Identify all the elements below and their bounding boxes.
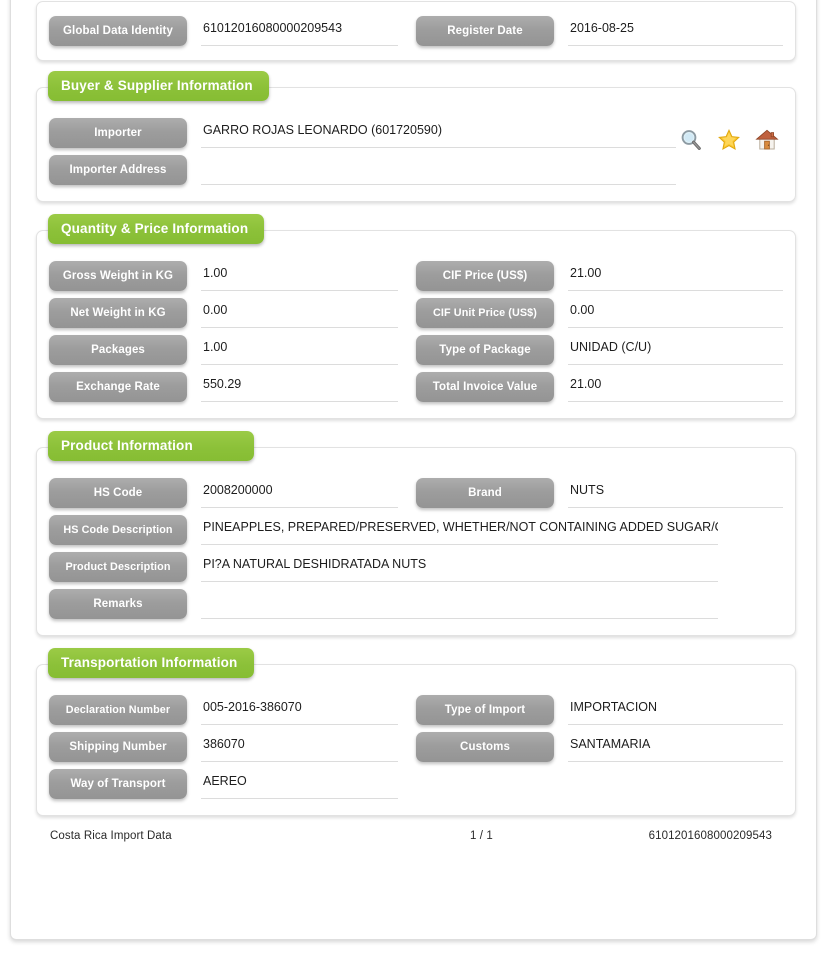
value-brand: NUTS — [568, 478, 783, 508]
field-hs-code-description: HS Code Description PINEAPPLES, PREPARED… — [49, 515, 783, 545]
value-type-of-import: IMPORTACION — [568, 695, 783, 725]
field-global-data-identity: Global Data Identity 6101201608000020954… — [49, 16, 416, 46]
section-title-product-information: Product Information — [48, 431, 254, 461]
label-cif-unit-price: CIF Unit Price (US$) — [416, 298, 554, 328]
value-remarks — [201, 589, 718, 619]
field-product-description: Product Description PI?A NATURAL DESHIDR… — [49, 552, 783, 582]
field-hs-code: HS Code 2008200000 — [49, 478, 416, 508]
field-way-of-transport: Way of Transport AEREO — [49, 769, 416, 799]
header-section-panel: Global Data Identity 6101201608000020954… — [36, 1, 796, 61]
record-actions — [679, 128, 779, 152]
value-importer: GARRO ROJAS LEONARDO (601720590) — [201, 118, 676, 148]
document-body: Global Data Identity 6101201608000020954… — [36, 1, 796, 842]
field-total-invoice-value: Total Invoice Value 21.00 — [416, 372, 783, 402]
value-exchange-rate: 550.29 — [201, 372, 398, 402]
footer-page-number: 1 / 1 — [470, 830, 493, 842]
field-register-date: Register Date 2016-08-25 — [416, 16, 783, 46]
field-declaration-number: Declaration Number 005-2016-386070 — [49, 695, 416, 725]
label-type-of-package: Type of Package — [416, 335, 554, 365]
field-importer-address: Importer Address — [49, 155, 783, 185]
value-shipping-number: 386070 — [201, 732, 398, 762]
label-gross-weight: Gross Weight in KG — [49, 261, 187, 291]
label-shipping-number: Shipping Number — [49, 732, 187, 762]
value-cif-unit-price: 0.00 — [568, 298, 783, 328]
field-importer: Importer GARRO ROJAS LEONARDO (601720590… — [49, 118, 783, 148]
buyer-supplier-panel: Buyer & Supplier Information Importer GA… — [36, 71, 796, 202]
value-packages: 1.00 — [201, 335, 398, 365]
field-packages: Packages 1.00 — [49, 335, 416, 365]
label-importer-address: Importer Address — [49, 155, 187, 185]
footer-source: Costa Rica Import Data — [50, 830, 172, 842]
label-global-data-identity: Global Data Identity — [49, 16, 187, 46]
value-product-description: PI?A NATURAL DESHIDRATADA NUTS — [201, 552, 718, 582]
quantity-price-panel: Quantity & Price Information Gross Weigh… — [36, 214, 796, 419]
footer-record-id: 6101201608000209543 — [648, 830, 772, 842]
label-packages: Packages — [49, 335, 187, 365]
label-type-of-import: Type of Import — [416, 695, 554, 725]
header-row: Global Data Identity 6101201608000020954… — [49, 16, 783, 46]
field-net-weight: Net Weight in KG 0.00 — [49, 298, 416, 328]
transportation-panel: Transportation Information Declaration N… — [36, 648, 796, 816]
label-register-date: Register Date — [416, 16, 554, 46]
value-net-weight: 0.00 — [201, 298, 398, 328]
label-cif-price: CIF Price (US$) — [416, 261, 554, 291]
value-importer-address — [201, 155, 676, 185]
field-row: Packages 1.00 Type of Package UNIDAD (C/… — [49, 335, 783, 365]
label-declaration-number: Declaration Number — [49, 695, 187, 725]
page-root: Global Data Identity 6101201608000020954… — [0, 0, 828, 963]
value-hs-code: 2008200000 — [201, 478, 398, 508]
field-row: Net Weight in KG 0.00 CIF Unit Price (US… — [49, 298, 783, 328]
field-type-of-package: Type of Package UNIDAD (C/U) — [416, 335, 783, 365]
section-title-transportation: Transportation Information — [48, 648, 254, 678]
label-product-description: Product Description — [49, 552, 187, 582]
document-card: Global Data Identity 6101201608000020954… — [10, 0, 817, 940]
value-register-date: 2016-08-25 — [568, 16, 783, 46]
search-icon[interactable] — [679, 128, 703, 152]
label-hs-code: HS Code — [49, 478, 187, 508]
label-total-invoice-value: Total Invoice Value — [416, 372, 554, 402]
value-declaration-number: 005-2016-386070 — [201, 695, 398, 725]
field-row: HS Code 2008200000 Brand NUTS — [49, 478, 783, 508]
value-type-of-package: UNIDAD (C/U) — [568, 335, 783, 365]
label-importer: Importer — [49, 118, 187, 148]
field-remarks: Remarks — [49, 589, 783, 619]
field-type-of-import: Type of Import IMPORTACION — [416, 695, 783, 725]
value-way-of-transport: AEREO — [201, 769, 398, 799]
field-cif-unit-price: CIF Unit Price (US$) 0.00 — [416, 298, 783, 328]
section-title-quantity-price: Quantity & Price Information — [48, 214, 265, 244]
label-remarks: Remarks — [49, 589, 187, 619]
value-cif-price: 21.00 — [568, 261, 783, 291]
field-customs: Customs SANTAMARIA — [416, 732, 783, 762]
product-information-panel: Product Information HS Code 2008200000 B… — [36, 431, 796, 636]
label-brand: Brand — [416, 478, 554, 508]
field-row: Declaration Number 005-2016-386070 Type … — [49, 695, 783, 725]
field-shipping-number: Shipping Number 386070 — [49, 732, 416, 762]
field-row: Shipping Number 386070 Customs SANTAMARI… — [49, 732, 783, 762]
field-exchange-rate: Exchange Rate 550.29 — [49, 372, 416, 402]
value-gross-weight: 1.00 — [201, 261, 398, 291]
label-exchange-rate: Exchange Rate — [49, 372, 187, 402]
value-customs: SANTAMARIA — [568, 732, 783, 762]
field-row: Exchange Rate 550.29 Total Invoice Value… — [49, 372, 783, 402]
field-brand: Brand NUTS — [416, 478, 783, 508]
value-total-invoice-value: 21.00 — [568, 372, 783, 402]
document-footer: Costa Rica Import Data 1 / 1 61012016080… — [36, 816, 796, 842]
star-icon[interactable] — [717, 128, 741, 152]
label-hs-code-description: HS Code Description — [49, 515, 187, 545]
value-hs-code-description: PINEAPPLES, PREPARED/PRESERVED, WHETHER/… — [201, 515, 718, 545]
value-global-data-identity: 61012016080000209543 — [201, 16, 398, 46]
label-way-of-transport: Way of Transport — [49, 769, 187, 799]
home-icon[interactable] — [755, 128, 779, 152]
label-net-weight: Net Weight in KG — [49, 298, 187, 328]
field-gross-weight: Gross Weight in KG 1.00 — [49, 261, 416, 291]
field-row: Gross Weight in KG 1.00 CIF Price (US$) … — [49, 261, 783, 291]
section-title-buyer-supplier: Buyer & Supplier Information — [48, 71, 269, 101]
field-cif-price: CIF Price (US$) 21.00 — [416, 261, 783, 291]
field-row: Way of Transport AEREO — [49, 769, 783, 799]
label-customs: Customs — [416, 732, 554, 762]
